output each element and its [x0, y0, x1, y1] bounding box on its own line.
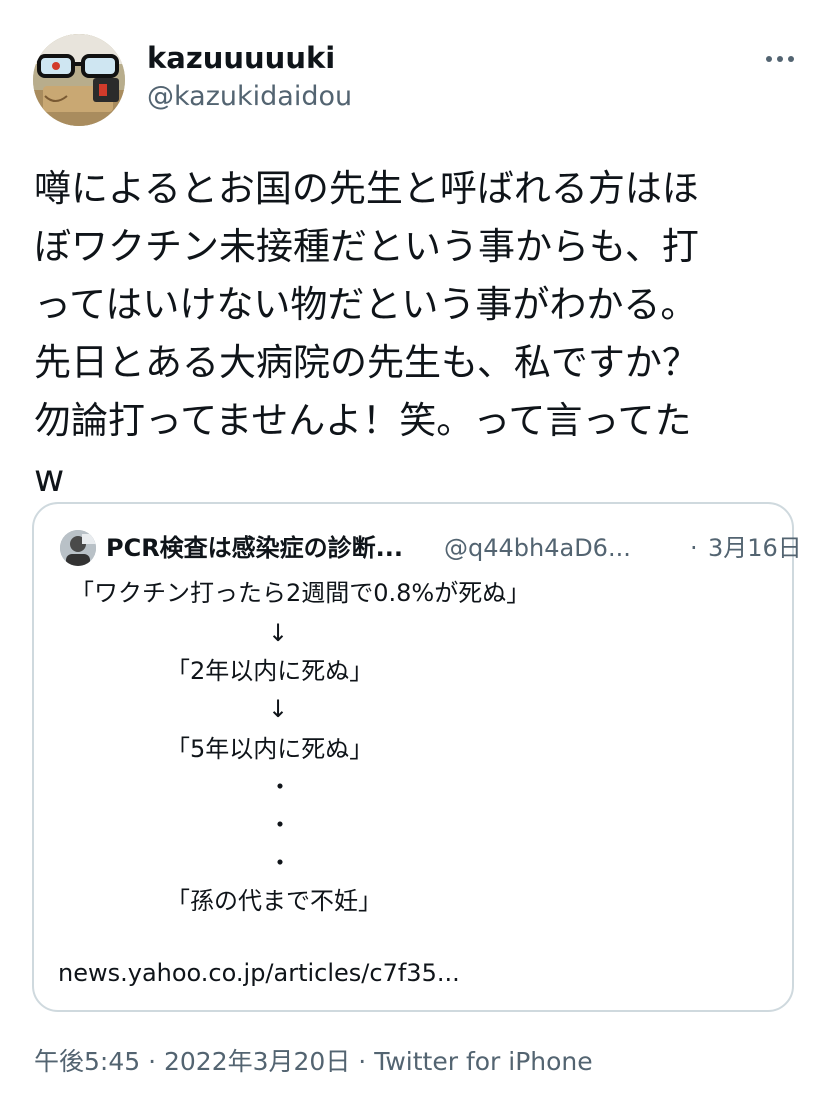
tweet-text-line: w — [34, 457, 65, 500]
quote-line: 「5年以内に死ぬ」 — [166, 735, 374, 763]
tweet-text-line: 勿論打ってませんよ！笑。って言ってた — [34, 399, 692, 442]
tweet-source[interactable]: Twitter for iPhone — [374, 1047, 592, 1076]
more-horizontal-icon[interactable] — [762, 44, 798, 74]
quote-line: 「2年以内に死ぬ」 — [166, 657, 374, 685]
meta-separator: · — [358, 1047, 367, 1076]
quote-line: 「ワクチン打ったら2週間で0.8%が死ぬ」 — [70, 579, 531, 607]
quote-dot: ・ — [268, 849, 292, 877]
quote-body: 「ワクチン打ったら2週間で0.8%が死ぬ」 ↓ 「2年以内に死ぬ」 ↓ 「5年以… — [34, 504, 792, 1010]
quote-dot: ・ — [268, 773, 292, 801]
display-name[interactable]: kazuuuuuki — [147, 40, 335, 76]
quote-dot: ・ — [268, 811, 292, 839]
quote-arrow: ↓ — [268, 695, 289, 723]
tweet-text-line: ってはいけない物だという事がわかる。 — [34, 283, 698, 326]
avatar[interactable] — [33, 34, 125, 126]
tweet-date[interactable]: 2022年3月20日 — [164, 1047, 350, 1076]
quote-tweet-card[interactable]: PCR検査は感染症の診断... @q44bh4aD6... · 3月16日 「ワ… — [32, 502, 802, 1012]
tweet-time[interactable]: 午後5:45 — [34, 1047, 140, 1076]
quote-link[interactable]: news.yahoo.co.jp/articles/c7f35... — [58, 954, 460, 992]
quote-line: 「孫の代まで不妊」 — [166, 887, 382, 915]
quote-arrow: ↓ — [268, 619, 289, 647]
tweet-text-line: 噂によるとお国の先生と呼ばれる方はほ — [34, 167, 699, 210]
tweet-text: 噂によるとお国の先生と呼ばれる方はほ ぼワクチン未接種だという事からも、打 って… — [34, 160, 794, 508]
meta-separator: · — [148, 1047, 157, 1076]
glasses-avatar-icon — [33, 34, 125, 126]
tweet-meta: 午後5:45 · 2022年3月20日 · Twitter for iPhone — [34, 1044, 593, 1080]
tweet-text-line: 先日とある大病院の先生も、私ですか？ — [34, 341, 699, 384]
tweet-text-line: ぼワクチン未接種だという事からも、打 — [34, 225, 699, 268]
user-handle[interactable]: @kazukidaidou — [147, 80, 352, 114]
tweet: kazuuuuuki @kazukidaidou 噂によるとお国の先生と呼ばれる… — [0, 0, 827, 1108]
